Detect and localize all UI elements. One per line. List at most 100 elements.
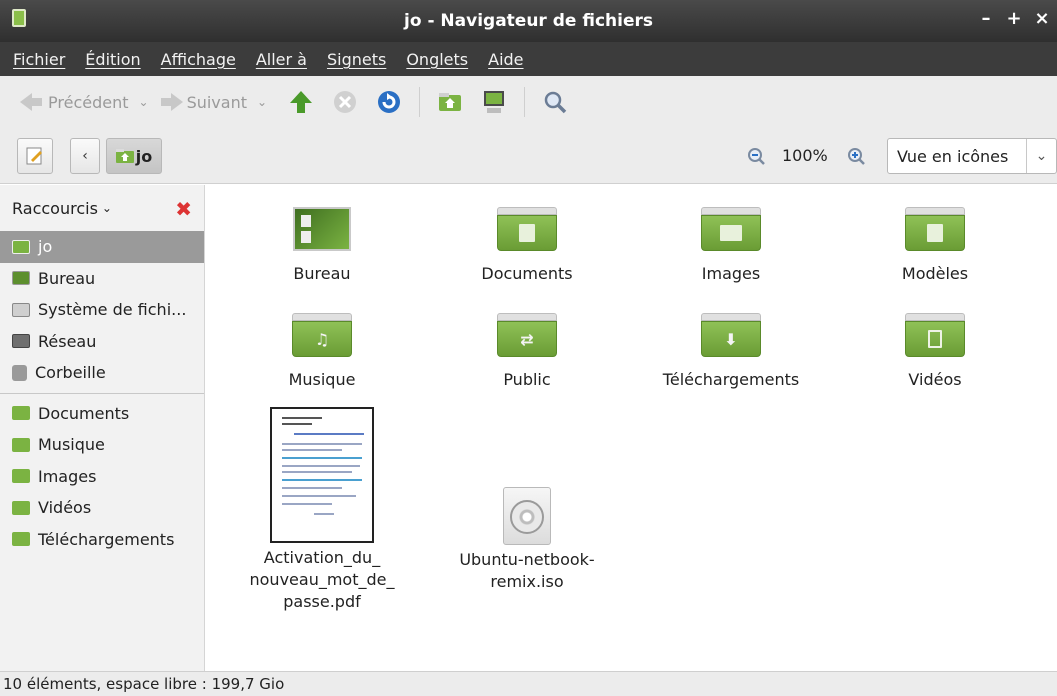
- filesystem-icon: [12, 302, 30, 317]
- sidebar-item-label: Téléchargements: [38, 529, 175, 549]
- back-button[interactable]: Précédent ⌄: [20, 93, 149, 112]
- app-icon[interactable]: [12, 9, 26, 27]
- network-icon: [12, 334, 30, 349]
- file-item-public[interactable]: ⇄ Public: [442, 313, 612, 391]
- menu-aller-a[interactable]: Aller à: [256, 50, 307, 69]
- file-item-musique[interactable]: ♫ Musique: [237, 313, 407, 391]
- edit-icon: [26, 147, 42, 165]
- sidebar-title: Raccourcis: [12, 198, 98, 218]
- chevron-down-icon[interactable]: ⌄: [102, 201, 112, 215]
- documents-folder-icon: [497, 207, 557, 251]
- path-button-jo[interactable]: jo: [106, 138, 162, 174]
- home-folder-icon: [115, 149, 134, 163]
- sidebar-item-bureau[interactable]: Bureau: [0, 263, 204, 295]
- file-label-line: Ubuntu-netbook-: [459, 550, 595, 569]
- file-label: Musique: [288, 370, 356, 389]
- sidebar: Raccourcis ⌄ ✖ jo Bureau Système de fich…: [0, 185, 205, 671]
- videos-folder-icon: [12, 500, 30, 515]
- file-label: Téléchargements: [662, 370, 800, 389]
- sidebar-item-label: Images: [38, 466, 97, 486]
- file-label: Activation_du_ nouveau_mot_de_ passe.pdf: [237, 547, 407, 613]
- menu-fichier[interactable]: Fichier: [13, 50, 65, 69]
- zoom-level: 100%: [782, 146, 828, 165]
- desktop-icon: [12, 271, 30, 286]
- search-icon[interactable]: [542, 89, 568, 115]
- menu-onglets[interactable]: Onglets: [406, 50, 468, 69]
- chevron-down-icon[interactable]: ⌄: [257, 95, 267, 109]
- sidebar-item-network[interactable]: Réseau: [0, 326, 204, 358]
- close-sidebar-icon[interactable]: ✖: [175, 197, 192, 221]
- menu-signets[interactable]: Signets: [327, 50, 386, 69]
- view-mode-value: Vue en icônes: [897, 146, 1009, 166]
- sidebar-item-jo[interactable]: jo: [0, 231, 204, 263]
- sidebar-item-label: jo: [38, 237, 53, 257]
- templates-folder-icon: [905, 207, 965, 251]
- forward-label: Suivant: [186, 92, 247, 112]
- public-folder-icon: ⇄: [497, 313, 557, 357]
- sidebar-header[interactable]: Raccourcis ⌄ ✖: [0, 185, 204, 231]
- file-item-bureau[interactable]: Bureau: [237, 207, 407, 285]
- sidebar-item-trash[interactable]: Corbeille: [0, 357, 204, 389]
- close-button[interactable]: ×: [1033, 8, 1051, 29]
- sidebar-item-label: Réseau: [38, 331, 97, 351]
- sidebar-item-images[interactable]: Images: [0, 461, 204, 493]
- sidebar-item-documents[interactable]: Documents: [0, 398, 204, 430]
- file-item-images[interactable]: Images: [646, 207, 816, 285]
- trash-icon: [12, 364, 27, 381]
- sidebar-item-videos[interactable]: Vidéos: [0, 492, 204, 524]
- forward-arrow-icon: [160, 93, 183, 111]
- menu-aide[interactable]: Aide: [488, 50, 523, 69]
- file-label: Public: [503, 370, 551, 389]
- file-item-videos[interactable]: Vidéos: [850, 313, 1020, 391]
- status-bar: 10 éléments, espace libre : 199,7 Gio: [0, 671, 1057, 696]
- stop-icon[interactable]: [332, 89, 358, 115]
- sidebar-item-label: Système de fichi...: [38, 300, 187, 320]
- toolbar-separator: [524, 87, 526, 117]
- videos-folder-icon: [905, 313, 965, 357]
- minimize-button[interactable]: –: [977, 8, 995, 29]
- file-label: Ubuntu-netbook- remix.iso: [442, 549, 612, 593]
- up-arrow-icon[interactable]: [288, 89, 314, 115]
- file-item-modeles[interactable]: Modèles: [850, 207, 1020, 285]
- file-view: Bureau Documents Images Modèles ♫ Musiqu…: [206, 185, 1057, 671]
- view-mode-select[interactable]: Vue en icônes ⌄: [887, 138, 1057, 174]
- title-bar: jo - Navigateur de fichiers – + ×: [0, 0, 1057, 42]
- forward-button[interactable]: Suivant ⌄: [160, 92, 267, 112]
- file-item-telechargements[interactable]: ⬇ Téléchargements: [646, 313, 816, 391]
- chevron-down-icon[interactable]: ⌄: [1026, 139, 1056, 173]
- menu-bar: Fichier Édition Affichage Aller à Signet…: [0, 42, 1057, 76]
- file-label-line: passe.pdf: [283, 592, 361, 611]
- menu-edition[interactable]: Édition: [85, 50, 140, 69]
- chevron-left-icon: ‹: [82, 148, 88, 164]
- sidebar-item-downloads[interactable]: Téléchargements: [0, 524, 204, 556]
- desktop-icon: [293, 207, 351, 251]
- sidebar-item-filesystem[interactable]: Système de fichi...: [0, 294, 204, 326]
- file-item-iso[interactable]: Ubuntu-netbook- remix.iso: [442, 487, 612, 593]
- file-label: Modèles: [901, 264, 969, 283]
- path-back-button[interactable]: ‹: [70, 138, 100, 174]
- file-item-pdf[interactable]: Activation_du_ nouveau_mot_de_ passe.pdf: [237, 407, 407, 613]
- edit-path-button[interactable]: [17, 138, 53, 174]
- pdf-thumbnail: [270, 407, 374, 543]
- file-label: Documents: [481, 264, 573, 283]
- pictures-folder-icon: [701, 207, 761, 251]
- documents-folder-icon: [12, 406, 30, 421]
- zoom-in-icon[interactable]: [846, 146, 866, 170]
- sidebar-item-music[interactable]: Musique: [0, 429, 204, 461]
- home-icon[interactable]: [437, 89, 463, 115]
- menu-affichage[interactable]: Affichage: [161, 50, 236, 69]
- window-controls: – + ×: [977, 8, 1051, 29]
- computer-icon[interactable]: [481, 89, 507, 115]
- zoom-out-icon[interactable]: [746, 146, 766, 170]
- chevron-down-icon[interactable]: ⌄: [139, 95, 149, 109]
- file-item-documents[interactable]: Documents: [442, 207, 612, 285]
- maximize-button[interactable]: +: [1005, 8, 1023, 29]
- reload-icon[interactable]: [376, 89, 402, 115]
- file-label-line: Activation_du_: [263, 548, 381, 567]
- sidebar-item-label: Musique: [38, 435, 105, 455]
- downloads-folder-icon: ⬇: [701, 313, 761, 357]
- home-folder-icon: [12, 239, 30, 254]
- music-folder-icon: [12, 437, 30, 452]
- sidebar-item-label: Documents: [38, 403, 130, 423]
- sidebar-item-label: Corbeille: [35, 363, 106, 383]
